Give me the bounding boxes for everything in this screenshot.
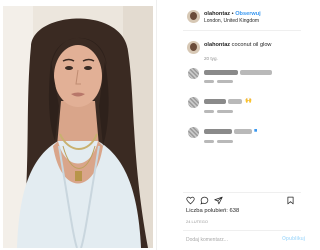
caption-text: coconut oil glow (231, 42, 272, 48)
blurred-comment-meta (217, 110, 233, 113)
post-header: olahontaz • Obserwuj (204, 11, 261, 18)
caption-time: 20 tyg. (204, 56, 218, 61)
caption-username[interactable]: olahontaz (204, 42, 230, 48)
comment-divider (183, 230, 301, 231)
likes-count[interactable]: Liczba polubień: 638 (186, 208, 239, 215)
comment-avatar[interactable] (188, 97, 199, 108)
caption-avatar[interactable] (187, 41, 200, 54)
header-separator: • (231, 11, 234, 17)
blurred-comment-text (228, 99, 242, 104)
post-photo[interactable] (3, 6, 153, 248)
blurred-comment-meta (204, 140, 214, 143)
blurred-comment-meta (204, 80, 214, 83)
post-sidebar: olahontaz • Obserwuj London, United King… (156, 0, 305, 250)
blurred-comment-meta (217, 80, 233, 83)
comment-avatar[interactable] (188, 127, 199, 138)
publish-button[interactable]: Opublikuj (282, 236, 305, 242)
header-divider (183, 30, 301, 31)
author-username[interactable]: olahontaz (204, 11, 230, 17)
heart-outline-icon[interactable] (186, 196, 195, 205)
caption: olahontaz coconut oil glow (204, 42, 271, 49)
comment-avatar[interactable] (188, 68, 199, 79)
blurred-username (204, 70, 238, 75)
comment-input[interactable] (186, 234, 276, 246)
author-avatar[interactable] (187, 10, 200, 23)
bookmark-icon[interactable] (286, 196, 295, 205)
blurred-comment-meta (204, 110, 214, 113)
portrait-image (3, 6, 153, 248)
location-link[interactable]: London, United Kingdom (204, 18, 259, 25)
actions-divider (183, 192, 301, 193)
blurred-username (204, 129, 232, 134)
paper-plane-icon[interactable] (214, 196, 223, 205)
blurred-comment-text (240, 70, 272, 75)
blurred-comment-text (234, 129, 252, 134)
follow-button[interactable]: Obserwuj (235, 11, 261, 17)
speech-bubble-icon[interactable] (200, 196, 209, 205)
post-date: 24 LUTEGO (186, 219, 209, 224)
blurred-comment-meta (217, 140, 233, 143)
instagram-post: olahontaz • Obserwuj London, United King… (0, 0, 305, 250)
emoji-icon: ■ (254, 128, 258, 134)
emoji-icon: 🙌 (245, 98, 252, 104)
blurred-username (204, 99, 226, 104)
